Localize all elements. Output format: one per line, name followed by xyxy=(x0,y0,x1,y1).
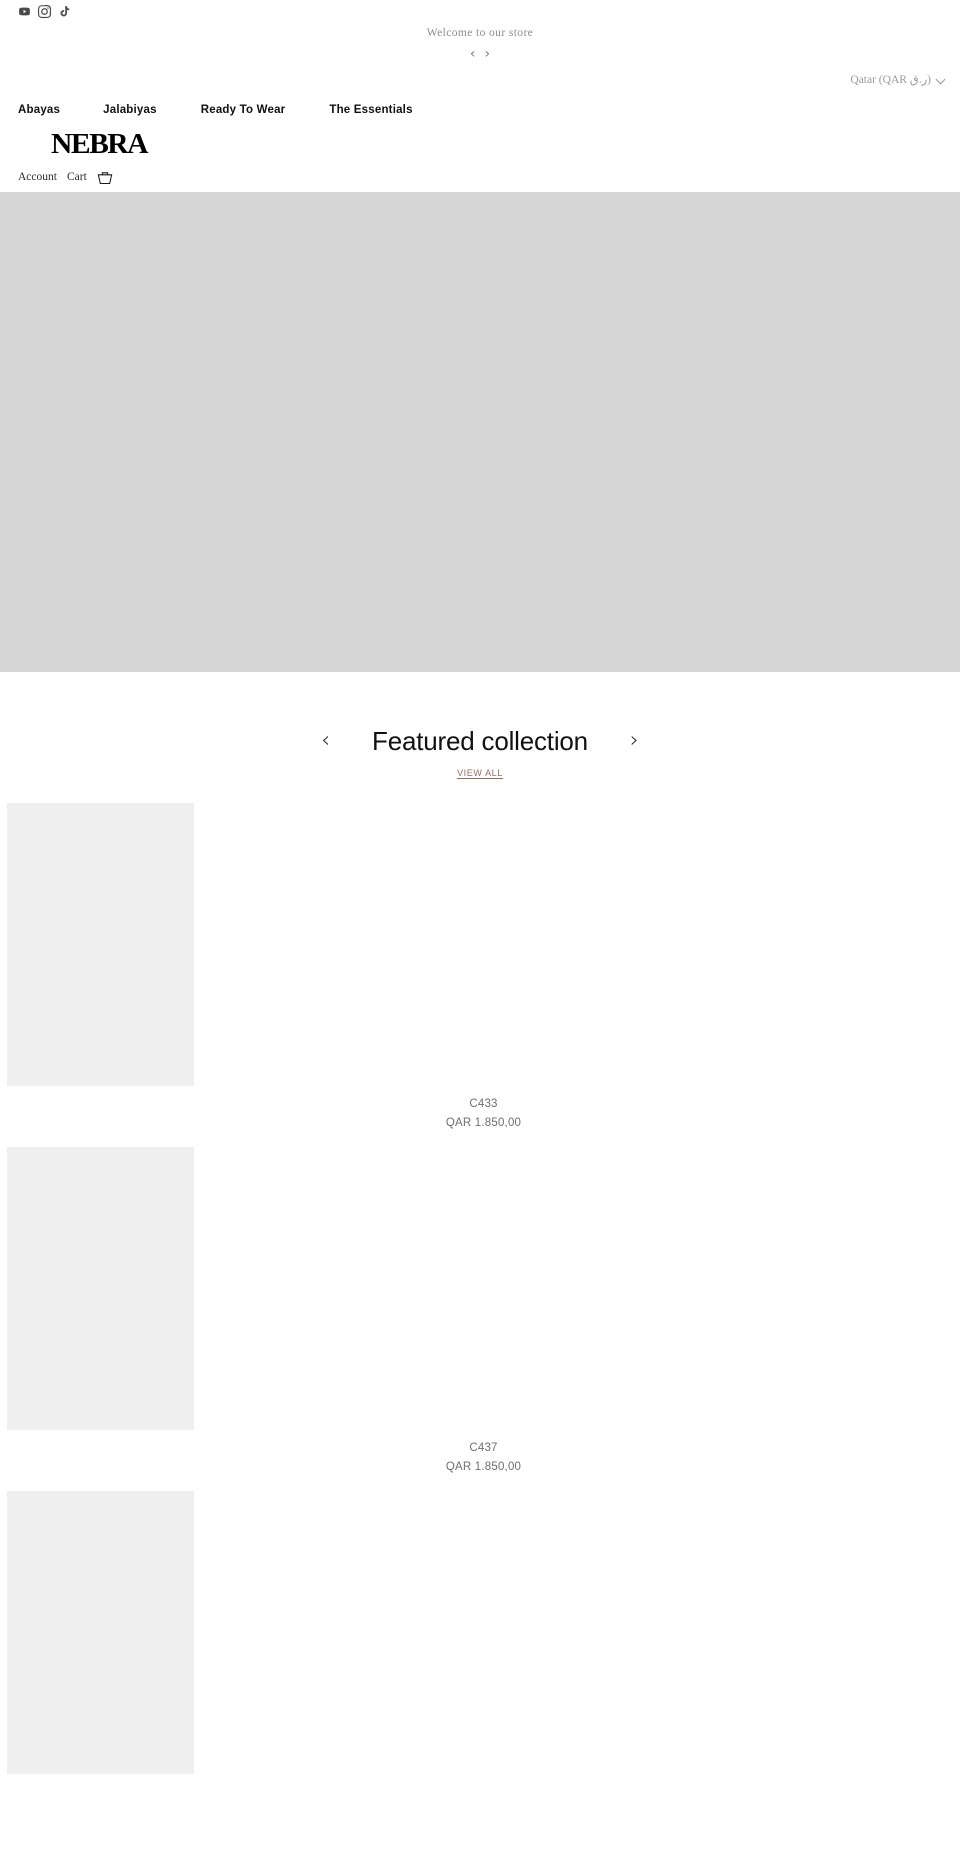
announcement-next-button[interactable]: › xyxy=(485,47,491,61)
brand-logo[interactable]: NEBRA xyxy=(51,129,148,159)
product-image[interactable] xyxy=(7,1146,194,1430)
cart-basket-icon[interactable] xyxy=(97,170,113,185)
currency-row: Qatar (QAR ر.ق) xyxy=(0,64,960,94)
chevron-down-icon xyxy=(937,76,946,82)
nav-item-abayas[interactable]: Abayas xyxy=(18,104,60,116)
featured-prev-button[interactable]: ‹ xyxy=(317,730,334,752)
featured-collection-section: ‹ Featured collection › VIEW ALL C433 QA… xyxy=(0,672,960,1784)
featured-next-button[interactable]: › xyxy=(626,730,643,752)
product-image[interactable] xyxy=(7,1490,194,1774)
hero-banner[interactable] xyxy=(0,192,960,672)
product-price: QAR 1.850,00 xyxy=(445,1460,522,1473)
featured-collection-title: Featured collection xyxy=(372,726,588,756)
product-card: C437 QAR 1.850,00 xyxy=(7,1146,960,1475)
product-card: C433 QAR 1.850,00 xyxy=(7,802,960,1131)
product-title[interactable]: C433 xyxy=(7,1096,960,1112)
nav-item-the-essentials[interactable]: The Essentials xyxy=(329,104,412,116)
currency-selected-label: Qatar (QAR ر.ق) xyxy=(850,74,931,86)
youtube-icon[interactable] xyxy=(18,5,31,18)
tiktok-icon[interactable] xyxy=(58,5,71,18)
announcement-prev-button[interactable]: ‹ xyxy=(470,47,476,61)
instagram-icon[interactable] xyxy=(38,4,51,18)
product-grid: C433 QAR 1.850,00 C437 QAR 1.850,00 xyxy=(0,802,960,1784)
product-price: QAR 1.850,00 xyxy=(445,1116,522,1129)
product-info xyxy=(7,1774,960,1784)
logo-row: NEBRA xyxy=(0,126,960,162)
announcement-text: Welcome to our store xyxy=(426,27,534,39)
featured-collection-header: ‹ Featured collection › xyxy=(0,727,960,756)
nav-item-ready-to-wear[interactable]: Ready To Wear xyxy=(201,104,286,116)
account-link[interactable]: Account xyxy=(18,171,57,183)
product-card xyxy=(7,1490,960,1784)
nav-item-jalabiyas[interactable]: Jalabiyas xyxy=(103,104,157,116)
social-bar xyxy=(0,0,960,22)
cart-link[interactable]: Cart xyxy=(67,171,87,183)
announcement-arrows: ‹ › xyxy=(470,47,490,61)
product-title[interactable]: C437 xyxy=(7,1440,960,1456)
main-navigation: Abayas Jalabiyas Ready To Wear The Essen… xyxy=(0,94,960,126)
view-all-link[interactable]: VIEW ALL xyxy=(457,768,503,778)
currency-selector[interactable]: Qatar (QAR ر.ق) xyxy=(850,72,946,86)
product-info: C437 QAR 1.850,00 xyxy=(7,1430,960,1475)
utility-row: Account Cart xyxy=(0,162,960,192)
product-image[interactable] xyxy=(7,802,194,1086)
product-info: C433 QAR 1.850,00 xyxy=(7,1086,960,1131)
announcement-bar: Welcome to our store ‹ › xyxy=(0,22,960,64)
